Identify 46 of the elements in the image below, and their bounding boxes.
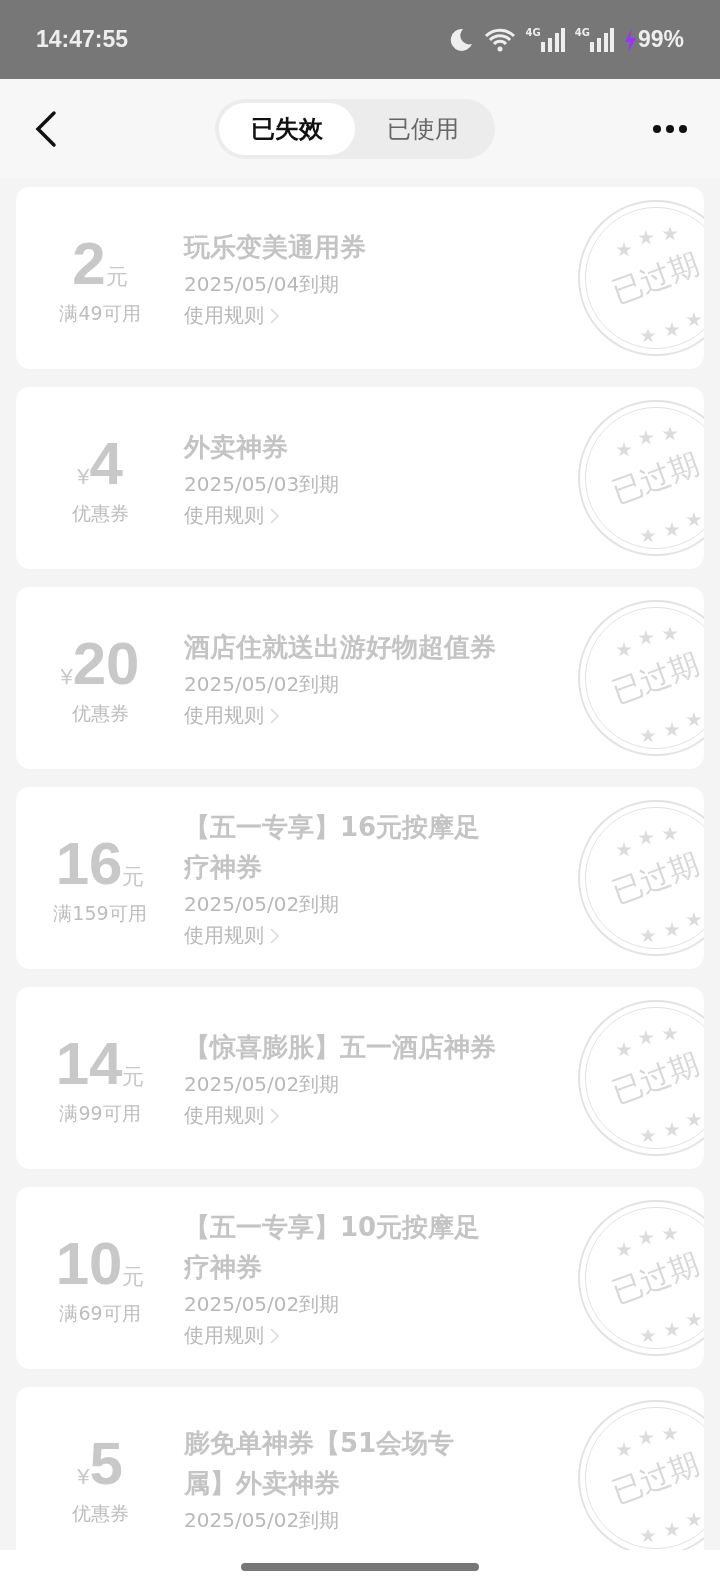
coupon-condition: 满69可用 bbox=[59, 1301, 141, 1326]
coupon-title: 膨免单神券【51会场专属】外卖神券 bbox=[184, 1426, 456, 1500]
chevron-icon bbox=[270, 927, 279, 944]
rules-link[interactable]: 使用规则 bbox=[184, 1102, 279, 1129]
coupon-condition: 满99可用 bbox=[59, 1101, 141, 1126]
coupon-condition: 优惠券 bbox=[71, 1501, 129, 1526]
chevron-icon bbox=[270, 1107, 279, 1124]
expiry-date: 2025/05/02到期 bbox=[184, 671, 340, 698]
network-label: 4G bbox=[525, 27, 541, 38]
expiry-date: 2025/05/02到期 bbox=[184, 1291, 340, 1318]
coupon-title: 【五一专享】10元按摩足疗神券 bbox=[184, 1211, 482, 1284]
coupon-title: 外卖神券 bbox=[184, 431, 288, 464]
currency-unit: ¥ bbox=[60, 664, 73, 690]
coupon-condition: 优惠券 bbox=[71, 501, 129, 526]
rules-link[interactable]: 使用规则 bbox=[184, 1322, 279, 1349]
back-icon bbox=[34, 110, 58, 148]
expiry-date: 2025/05/02到期 bbox=[184, 891, 340, 918]
tab[interactable]: 已使用 bbox=[355, 103, 491, 155]
coupon-condition: 优惠券 bbox=[71, 701, 129, 726]
rules-link[interactable]: 使用规则 bbox=[184, 302, 279, 329]
coupon-condition: 满159可用 bbox=[53, 901, 147, 926]
chevron-icon bbox=[270, 707, 279, 724]
expiry-date: 2025/05/04到期 bbox=[184, 271, 340, 298]
rules-link[interactable]: 使用规则 bbox=[184, 702, 279, 729]
coupon-title: 玩乐变美通用券 bbox=[184, 231, 366, 264]
coupon-title: 【惊喜膨胀】五一酒店神券 bbox=[184, 1031, 496, 1064]
coupon-title: 【五一专享】16元按摩足疗神券 bbox=[184, 811, 482, 884]
signal-icon bbox=[538, 27, 565, 52]
rules-link[interactable]: 使用规则 bbox=[184, 502, 279, 529]
coupon-condition: 满49可用 bbox=[59, 301, 141, 326]
more-icon bbox=[652, 124, 688, 134]
rules-link[interactable]: 使用规则 bbox=[184, 922, 279, 949]
wifi-icon bbox=[483, 27, 516, 52]
currency-unit: ¥ bbox=[77, 1464, 90, 1490]
chevron-icon bbox=[270, 1327, 279, 1344]
expiry-date: 2025/05/03到期 bbox=[184, 471, 340, 498]
chevron-icon bbox=[270, 507, 279, 524]
chevron-icon bbox=[270, 307, 279, 324]
currency-unit: ¥ bbox=[77, 464, 90, 490]
battery-level: 99% bbox=[637, 26, 684, 53]
network-label: 4G bbox=[574, 27, 590, 38]
tab[interactable]: 已失效 bbox=[219, 103, 355, 155]
coupon-title: 酒店住就送出游好物超值券 bbox=[184, 631, 496, 664]
expiry-date: 2025/05/02到期 bbox=[184, 1071, 340, 1098]
clock: 14:47:55 bbox=[36, 26, 129, 53]
expiry-date: 2025/05/02到期 bbox=[184, 1506, 340, 1534]
